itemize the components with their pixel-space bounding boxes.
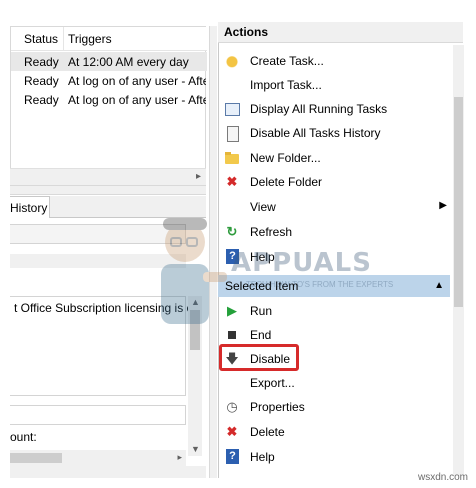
action-create-task[interactable]: Create Task... — [220, 50, 451, 72]
tab-history[interactable]: History — [10, 196, 50, 218]
section-label: Selected Item — [225, 279, 299, 293]
action-label: Properties — [250, 400, 305, 414]
task-status: Ready — [24, 93, 59, 107]
action-import-task[interactable]: Import Task... — [220, 74, 451, 96]
scroll-right-icon[interactable]: ▸ — [196, 171, 201, 182]
site-watermark: wsxdn.com — [418, 472, 469, 483]
action-label: Disable All Tasks History — [250, 126, 381, 140]
disable-highlight-box — [219, 344, 299, 371]
action-label: Run — [250, 304, 273, 318]
action-label: Help — [250, 250, 275, 264]
scroll-right-icon[interactable]: ▸ — [177, 452, 182, 463]
action-label: New Folder... — [250, 151, 321, 165]
scrollbar-thumb[interactable] — [454, 97, 463, 307]
detail-tab-strip: History — [10, 196, 206, 218]
action-label: Delete Folder — [250, 175, 323, 189]
user-account-label: ount: — [10, 430, 37, 444]
running-tasks-icon — [224, 101, 240, 117]
delete-icon: ✖ — [226, 424, 238, 439]
table-row[interactable]: Ready At log on of any user - After trig… — [11, 71, 207, 90]
action-run[interactable]: ▶ Run — [220, 300, 451, 322]
action-end[interactable]: End — [220, 324, 451, 346]
refresh-icon: ↻ — [226, 224, 238, 239]
description-text: t Office Subscription licensing is c — [14, 301, 189, 315]
task-list: Status Triggers Ready At 12:00 AM every … — [10, 26, 207, 186]
scrollbar-thumb[interactable] — [190, 310, 200, 350]
action-disable-tasks-history[interactable]: Disable All Tasks History — [220, 122, 451, 144]
action-help[interactable]: Help — [220, 246, 451, 268]
actions-vertical-scrollbar[interactable] — [453, 45, 464, 476]
detail-vertical-scrollbar[interactable]: ▲ ▼ — [188, 296, 202, 456]
action-properties[interactable]: ◷ Properties — [220, 396, 451, 418]
action-refresh[interactable]: ↻ Refresh — [220, 221, 451, 243]
help-icon — [224, 449, 240, 465]
task-status: Ready — [24, 55, 59, 69]
tab-history-label: History — [10, 201, 48, 215]
selected-item-section-header[interactable]: Selected Item ▲ — [218, 275, 450, 297]
action-delete-folder[interactable]: ✖ Delete Folder — [220, 171, 451, 193]
action-label: Refresh — [250, 225, 293, 239]
task-status: Ready — [24, 74, 59, 88]
action-label: Help — [250, 450, 275, 464]
column-header-triggers[interactable]: Triggers — [68, 32, 112, 46]
action-label: Import Task... — [250, 78, 322, 92]
actions-title: Actions — [224, 25, 269, 39]
author-field[interactable] — [10, 405, 186, 425]
task-trigger: At log on of any user - After triggered,… — [68, 93, 206, 107]
task-scheduler-window: Status Triggers Ready At 12:00 AM every … — [0, 0, 476, 488]
action-label: Display All Running Tasks — [250, 102, 388, 116]
task-location-field — [10, 254, 186, 268]
action-label: Create Task... — [250, 54, 324, 68]
task-name-field[interactable] — [10, 224, 186, 244]
detail-horizontal-scrollbar[interactable]: ▸ — [10, 450, 186, 466]
task-list-header: Status Triggers — [11, 27, 207, 51]
end-icon — [224, 327, 240, 343]
scroll-down-icon[interactable]: ▼ — [191, 444, 200, 454]
task-trigger: At 12:00 AM every day — [68, 55, 189, 69]
collapse-icon[interactable]: ▲ — [434, 280, 444, 291]
delete-icon: ✖ — [226, 174, 238, 189]
help-icon — [224, 249, 240, 265]
run-icon: ▶ — [227, 303, 237, 318]
action-view[interactable]: View ▶ — [220, 196, 451, 218]
table-row[interactable]: Ready At log on of any user - After trig… — [11, 90, 207, 109]
column-separator[interactable] — [63, 27, 64, 51]
task-trigger: At log on of any user - After triggered,… — [68, 74, 206, 88]
action-label: Export... — [250, 376, 295, 390]
action-export[interactable]: Export... — [220, 372, 451, 394]
history-icon — [224, 125, 240, 142]
task-list-horizontal-scrollbar[interactable]: ▸ — [10, 168, 206, 185]
scroll-up-icon[interactable]: ▲ — [191, 297, 200, 307]
actions-header: Actions — [218, 22, 463, 43]
action-label: View — [250, 200, 276, 214]
pane-splitter[interactable] — [209, 26, 217, 478]
column-header-status[interactable]: Status — [24, 32, 58, 46]
action-label: Delete — [250, 425, 285, 439]
create-task-icon — [224, 53, 240, 69]
action-delete[interactable]: ✖ Delete — [220, 421, 451, 443]
action-label: End — [250, 328, 272, 342]
action-display-running-tasks[interactable]: Display All Running Tasks — [220, 98, 451, 120]
table-row[interactable]: Ready At 12:00 AM every day — [11, 52, 207, 71]
action-new-folder[interactable]: New Folder... — [220, 147, 451, 169]
properties-icon: ◷ — [226, 399, 238, 414]
scrollbar-thumb[interactable] — [10, 453, 62, 463]
action-help-selected[interactable]: Help — [220, 446, 451, 468]
submenu-arrow-icon: ▶ — [439, 200, 447, 211]
folder-icon — [224, 150, 240, 166]
